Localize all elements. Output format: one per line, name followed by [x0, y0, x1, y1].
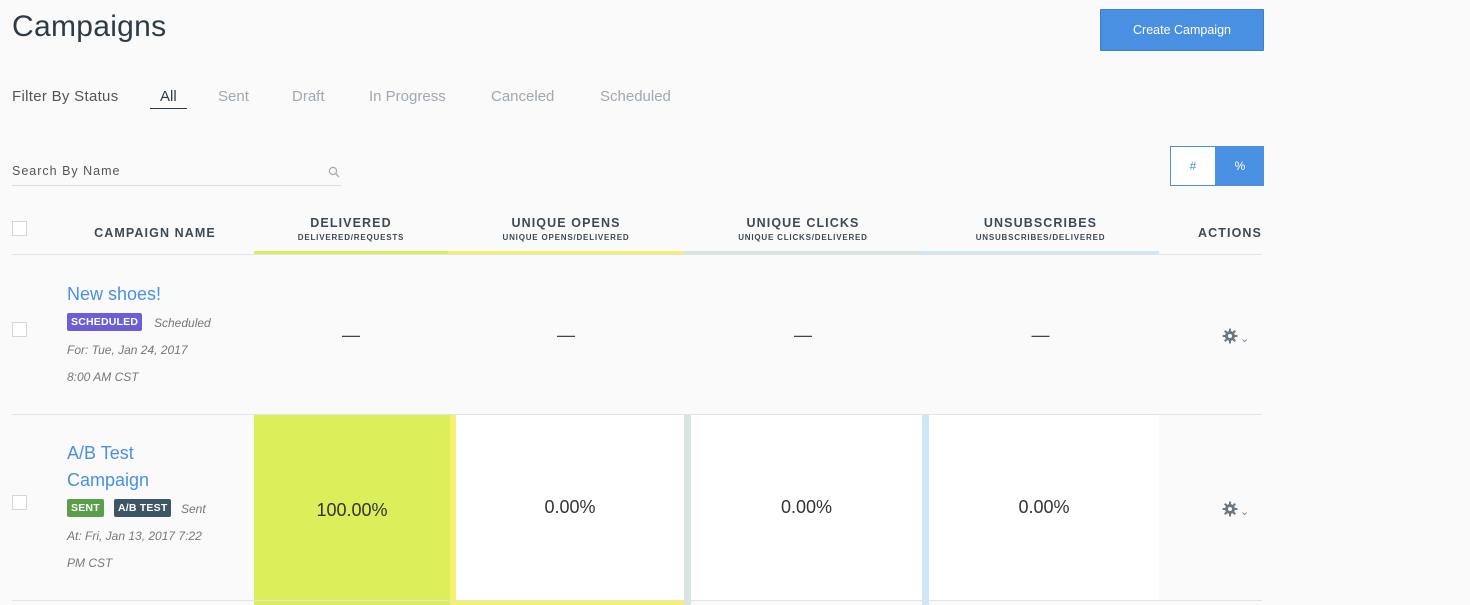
status-text: Scheduled — [154, 316, 211, 330]
row-checkbox[interactable] — [12, 322, 27, 337]
column-header-label: CAMPAIGN NAME — [94, 226, 216, 240]
unique-clicks-cell: 0.00% — [691, 415, 922, 600]
filter-tab-canceled[interactable]: Canceled — [491, 88, 554, 105]
row-actions-menu[interactable]: ⌄ — [1222, 501, 1249, 522]
campaign-name-link[interactable]: A/B Test Campaign — [67, 440, 149, 494]
delivered-cell: 100.00% — [254, 415, 450, 605]
delivered-value: 100.00% — [316, 499, 388, 520]
filter-label: Filter By Status — [12, 88, 119, 105]
gear-icon — [1222, 501, 1238, 522]
select-all-checkbox[interactable] — [12, 221, 27, 236]
search-icon[interactable] — [328, 165, 340, 183]
status-badge: SENT — [67, 499, 104, 517]
campaign-name-link[interactable]: New shoes! — [67, 281, 161, 308]
filter-tab-sent[interactable]: Sent — [218, 88, 249, 105]
column-header-actions: ACTIONS — [1180, 226, 1280, 240]
campaign-name-line: Campaign — [67, 470, 150, 490]
row-actions-menu[interactable]: ⌄ — [1222, 328, 1249, 349]
column-header-campaign-name[interactable]: CAMPAIGN NAME — [60, 226, 250, 240]
search-box — [12, 162, 342, 186]
number-percent-toggle: # % — [1170, 146, 1264, 186]
number-view-button[interactable]: # — [1170, 146, 1216, 186]
filter-tab-in-progress[interactable]: In Progress — [369, 88, 446, 105]
filter-tab-scheduled[interactable]: Scheduled — [600, 88, 671, 105]
row-divider — [12, 600, 1262, 601]
unsubs-cell-accent — [922, 415, 929, 605]
column-header-label: UNIQUE CLICKS — [746, 216, 860, 230]
unique-opens-value: 0.00% — [544, 497, 596, 517]
create-campaign-button[interactable]: Create Campaign — [1100, 9, 1264, 51]
column-header-delivered[interactable]: DELIVERED DELIVERED/REQUESTS — [254, 216, 448, 242]
unsubscribes-value: — — [1031, 324, 1050, 345]
column-header-label: ACTIONS — [1198, 226, 1262, 240]
header-divider — [12, 254, 1262, 255]
schedule-date: For: Tue, Jan 24, 2017 — [67, 343, 188, 357]
column-header-sublabel: UNSUBSCRIBES/DELIVERED — [975, 233, 1106, 242]
schedule-time: 8:00 AM CST — [67, 370, 139, 384]
unique-opens-value: — — [557, 324, 575, 345]
column-header-sublabel: UNIQUE CLICKS/DELIVERED — [738, 233, 868, 242]
column-header-sublabel: UNIQUE OPENS/DELIVERED — [502, 233, 630, 242]
campaign-name-line: A/B Test — [67, 443, 134, 463]
column-header-label: DELIVERED — [310, 216, 392, 230]
percent-view-button[interactable]: % — [1216, 146, 1264, 186]
gear-icon — [1222, 328, 1238, 349]
unsubscribes-cell: 0.00% — [929, 415, 1159, 600]
page-title: Campaigns — [12, 10, 167, 43]
ab-test-badge: A/B TEST — [114, 499, 172, 517]
filter-tab-all[interactable]: All — [150, 88, 187, 109]
column-header-unique-opens[interactable]: UNIQUE OPENS UNIQUE OPENS/DELIVERED — [448, 216, 684, 242]
unsubscribes-value: 0.00% — [1018, 497, 1070, 517]
sent-time: PM CST — [67, 556, 113, 570]
column-header-sublabel: DELIVERED/REQUESTS — [297, 233, 405, 242]
column-header-unique-clicks[interactable]: UNIQUE CLICKS UNIQUE CLICKS/DELIVERED — [684, 216, 922, 242]
filter-tab-draft[interactable]: Draft — [292, 88, 325, 105]
chevron-down-icon: ⌄ — [1240, 506, 1250, 518]
sent-date: At: Fri, Jan 13, 2017 7:22 — [67, 529, 202, 543]
delivered-value: — — [342, 324, 360, 345]
row-checkbox[interactable] — [12, 495, 27, 510]
chevron-down-icon: ⌄ — [1240, 333, 1250, 345]
status-text: Sent — [181, 502, 206, 516]
unique-clicks-value: 0.00% — [780, 497, 833, 517]
status-badge: SCHEDULED — [67, 313, 143, 331]
column-header-unsubscribes[interactable]: UNSUBSCRIBES UNSUBSCRIBES/DELIVERED — [922, 216, 1159, 242]
clicks-cell-accent — [684, 415, 691, 605]
unique-opens-cell: 0.00% — [456, 415, 684, 600]
column-header-label: UNIQUE OPENS — [511, 216, 621, 230]
unique-clicks-value: — — [794, 324, 812, 345]
column-header-label: UNSUBSCRIBES — [983, 216, 1098, 230]
search-input[interactable] — [12, 164, 312, 178]
